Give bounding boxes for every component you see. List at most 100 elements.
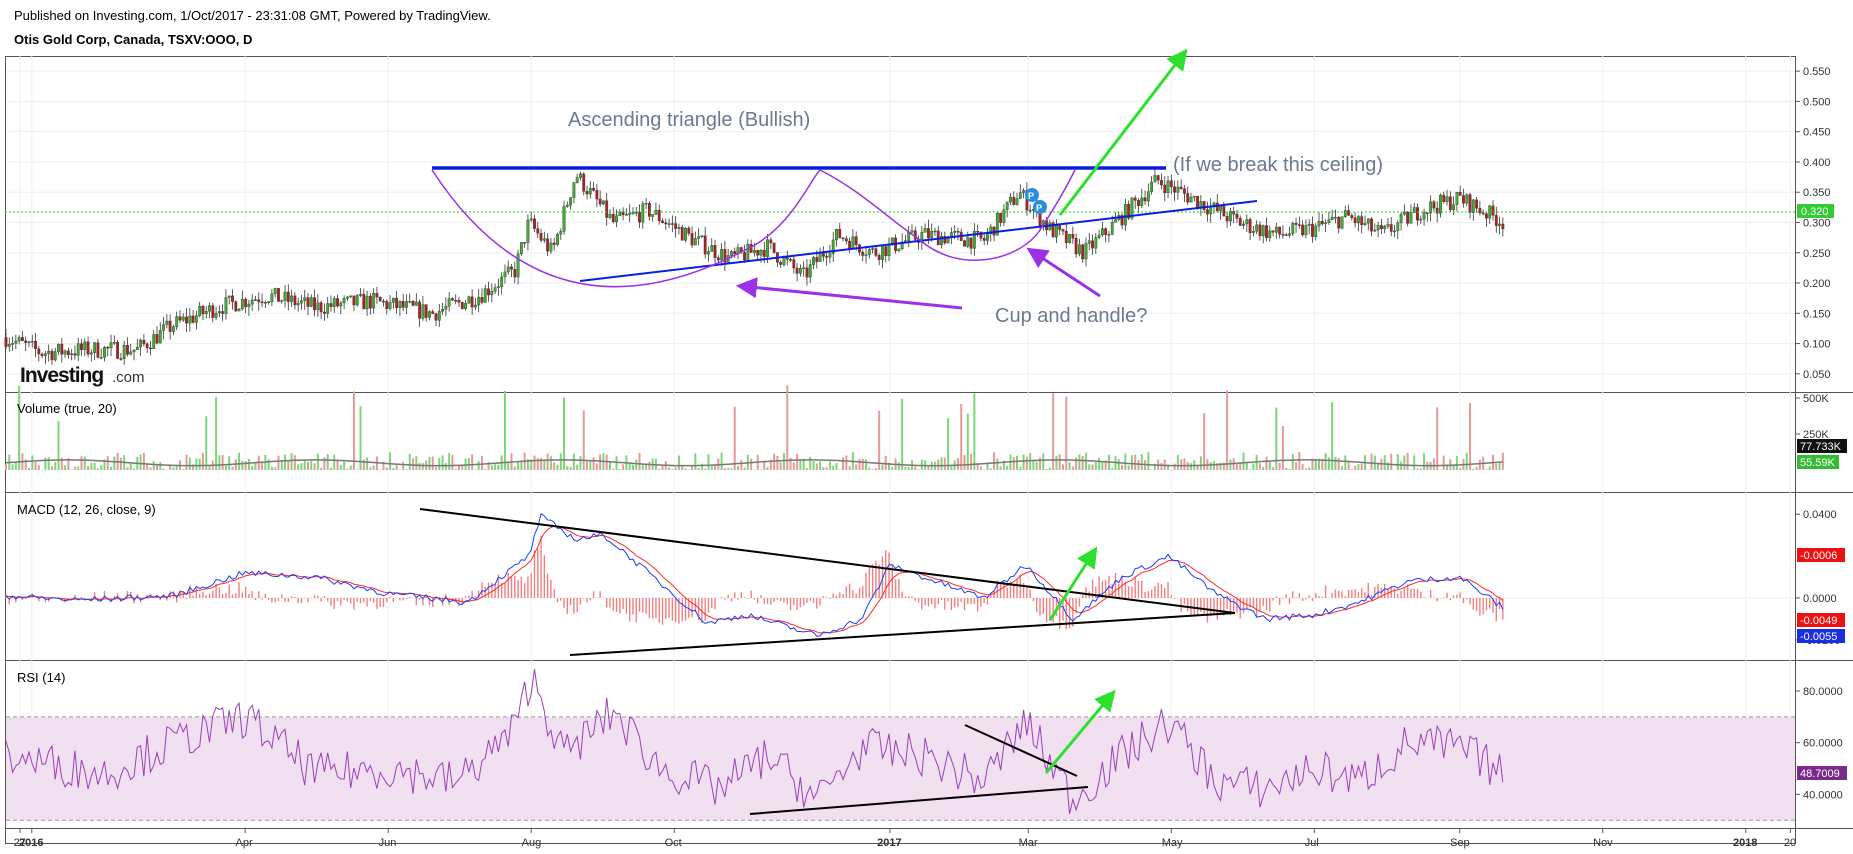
volume-bar — [612, 468, 615, 470]
volume-bar — [753, 469, 756, 471]
volume-bar — [159, 462, 162, 470]
candle-body — [1320, 221, 1324, 225]
candle-body — [1133, 197, 1137, 201]
candle-body — [1146, 191, 1150, 202]
volume-bar — [759, 469, 762, 471]
macd-hist-badge: -0.0006 — [1800, 550, 1837, 562]
candle-body — [152, 334, 156, 349]
volume-bar — [956, 458, 959, 470]
volume-bar — [93, 462, 96, 470]
volume-bar — [993, 452, 996, 470]
candle-body — [1317, 221, 1321, 227]
volume-bar — [1403, 455, 1406, 470]
volume-bar — [1170, 469, 1173, 471]
candle-body — [661, 220, 664, 223]
volume-bar — [389, 452, 392, 470]
candle-body — [332, 298, 336, 307]
volume-bar — [119, 457, 122, 470]
candle-body — [99, 357, 103, 359]
candle-body — [1468, 194, 1472, 213]
candle-body — [401, 301, 405, 308]
candle-body — [283, 291, 287, 301]
candle-body — [1307, 223, 1311, 226]
volume-bar — [497, 464, 500, 470]
candle-body — [1291, 223, 1295, 234]
candle-body — [1379, 225, 1383, 230]
volume-bar — [553, 462, 556, 470]
volume-bar — [1370, 453, 1373, 470]
volume-bar — [1048, 467, 1051, 470]
candle-body — [680, 227, 684, 241]
volume-bars — [5, 385, 1504, 471]
volume-bar — [467, 457, 470, 470]
volume-bar — [1442, 455, 1445, 470]
triangle-annotation: Ascending triangle (Bullish) — [568, 109, 810, 131]
volume-bar — [792, 462, 795, 470]
volume-bar — [766, 467, 769, 470]
volume-bar — [100, 465, 103, 470]
volume-bar — [37, 465, 40, 470]
candle-body — [231, 295, 234, 302]
svg-text:.com: .com — [112, 369, 145, 386]
volume-bar — [1150, 469, 1153, 471]
candle-body — [1278, 226, 1282, 235]
volume-bar — [1393, 469, 1396, 471]
candle-body — [605, 200, 609, 218]
volume-bar — [83, 456, 86, 470]
volume-bar — [1101, 461, 1104, 470]
volume-bar — [477, 461, 480, 470]
volume-bar — [270, 466, 273, 470]
candle-body — [516, 253, 520, 278]
volume-bar — [1052, 393, 1055, 470]
candle-body — [871, 248, 874, 250]
candle-body — [910, 230, 914, 233]
candle-body — [434, 313, 438, 321]
candle-body — [254, 299, 257, 301]
candle-body — [368, 295, 372, 309]
chart-canvas[interactable]: P P Ascending triangle (Bullish) (If we … — [0, 0, 1853, 854]
volume-bar — [937, 459, 940, 470]
candle-body — [1373, 229, 1377, 232]
volume-bar — [464, 458, 467, 470]
candle-body — [1094, 237, 1098, 249]
candle-body — [336, 298, 339, 307]
volume-bar — [241, 460, 244, 470]
time-label: May — [1162, 837, 1183, 849]
candle-body — [214, 312, 218, 318]
volume-bar — [822, 467, 825, 470]
volume-bar — [1288, 469, 1291, 470]
volume-bar — [287, 461, 290, 470]
candle-body — [273, 288, 277, 295]
volume-bar — [293, 455, 296, 470]
volume-bar — [832, 465, 835, 470]
candle-body — [1481, 212, 1485, 215]
candle-body — [460, 302, 464, 309]
volume-bar — [1180, 459, 1183, 470]
candle-body — [1028, 209, 1032, 212]
candle-body — [464, 303, 467, 309]
candle-body — [1219, 206, 1222, 212]
candle-body — [1015, 198, 1019, 205]
volume-bar — [828, 461, 831, 470]
candle-body — [1123, 204, 1127, 226]
volume-bar — [31, 455, 34, 470]
volume-bar — [306, 461, 309, 470]
volume-bar — [366, 457, 369, 470]
volume-bar — [1285, 467, 1288, 470]
volume-bar — [284, 454, 287, 470]
candle-body — [982, 237, 986, 241]
volume-bar — [313, 463, 316, 470]
volume-bar — [1042, 453, 1045, 470]
candle-body — [421, 304, 425, 319]
volume-bar — [595, 463, 598, 470]
candle-body — [204, 311, 208, 315]
volume-bar — [838, 469, 841, 470]
candle-body — [1494, 215, 1498, 226]
candle-body — [1196, 196, 1199, 209]
volume-bar — [556, 464, 559, 470]
volume-bar — [251, 466, 254, 470]
volume-bar — [779, 462, 782, 470]
volume-bar — [323, 457, 326, 470]
candle-body — [710, 245, 714, 252]
candle-body — [467, 296, 471, 304]
